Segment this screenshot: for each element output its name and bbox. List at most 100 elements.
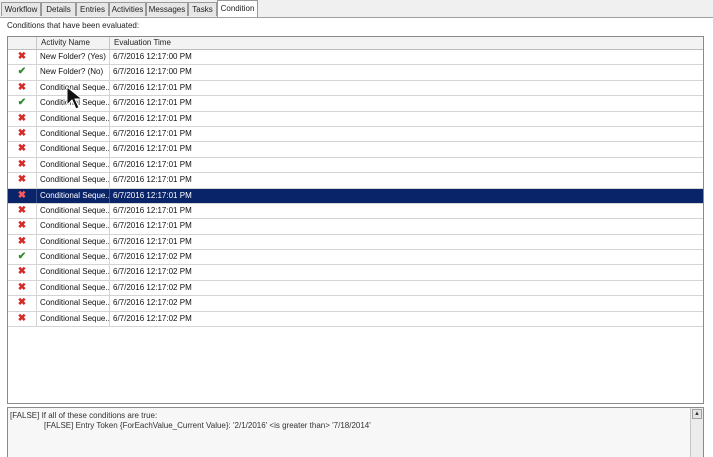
column-header-status[interactable]	[8, 37, 37, 49]
evaluation-time-cell: 6/7/2016 12:17:01 PM	[113, 221, 192, 231]
evaluation-time-cell: 6/7/2016 12:17:01 PM	[113, 82, 192, 92]
x-icon: ✖	[17, 189, 27, 201]
table-row[interactable]: ✖ Conditional Seque... 6/7/2016 12:17:01 P…	[8, 188, 703, 204]
table-row[interactable]: ✖ Conditional Seque... 6/7/2016 12:17:01 P…	[8, 111, 703, 127]
activity-name-cell: Conditional Seque...	[37, 219, 110, 234]
table-row[interactable]: ✖ Conditional Seque... 6/7/2016 12:17:02 P…	[8, 296, 703, 312]
x-icon: ✖	[17, 127, 27, 139]
condition-details-pane[interactable]: [FALSE] If all of these conditions are t…	[7, 407, 704, 457]
evaluation-time-cell: 6/7/2016 12:17:02 PM	[113, 252, 192, 262]
table-row[interactable]: ✖ Conditional Seque... 6/7/2016 12:17:02 P…	[8, 280, 703, 297]
arrow-up-icon[interactable]: ▲	[692, 409, 702, 419]
activity-name-cell: Conditional Seque...	[37, 111, 110, 126]
activity-name-cell: Conditional Seque...	[37, 265, 110, 280]
tab-entries[interactable]: Entries	[76, 2, 109, 16]
table-row[interactable]: ✖ Conditional Seque... 6/7/2016 12:17:01 P…	[8, 173, 703, 189]
evaluation-time-cell: 6/7/2016 12:17:01 PM	[113, 205, 192, 215]
table-row[interactable]: ✖ Conditional Seque... 6/7/2016 12:17:01 P…	[8, 157, 703, 174]
status-cell: ✖	[8, 219, 37, 234]
evaluation-time-cell: 6/7/2016 12:17:01 PM	[113, 190, 192, 200]
table-row[interactable]: ✖ Conditional Seque... 6/7/2016 12:17:01 P…	[8, 142, 703, 158]
activity-name-cell: Conditional Seque...	[37, 142, 110, 157]
activity-name-cell: Conditional Seque...	[37, 280, 110, 296]
evaluation-time-cell: 6/7/2016 12:17:01 PM	[113, 98, 192, 108]
column-header-activity-name[interactable]: Activity Name	[37, 37, 110, 49]
x-icon: ✖	[17, 143, 27, 155]
activity-name-cell: Conditional Seque...	[37, 311, 110, 327]
evaluation-time-cell: 6/7/2016 12:17:01 PM	[113, 144, 192, 154]
grid-rows: ✖ New Folder? (Yes) 6/7/2016 12:17:00 PM ✔ N…	[8, 50, 703, 328]
status-cell: ✖	[8, 157, 37, 173]
activity-name-cell: Conditional Seque...	[37, 173, 110, 188]
tab-workflow[interactable]: Workflow	[1, 2, 41, 16]
table-row[interactable]: ✔ Conditional Seque... 6/7/2016 12:17:01 P…	[8, 96, 703, 112]
details-scrollbar[interactable]: ▲	[690, 408, 703, 457]
table-row[interactable]: ✔ Conditional Seque... 6/7/2016 12:17:02 P…	[8, 250, 703, 266]
x-icon: ✖	[17, 158, 27, 170]
activity-name-cell: Conditional Seque...	[37, 126, 110, 142]
evaluation-time-cell: 6/7/2016 12:17:01 PM	[113, 236, 192, 246]
x-icon: ✖	[17, 174, 27, 186]
conditions-grid[interactable]: Activity Name Evaluation Time ✖ New Folde…	[7, 36, 704, 404]
activity-name-cell: Conditional Seque...	[37, 203, 110, 219]
table-row[interactable]: ✖ Conditional Seque... 6/7/2016 12:17:01 P…	[8, 234, 703, 251]
x-icon: ✖	[17, 112, 27, 124]
tab-messages[interactable]: Messages	[146, 2, 188, 16]
evaluation-time-cell: 6/7/2016 12:17:01 PM	[113, 113, 192, 123]
status-cell: ✖	[8, 173, 37, 188]
tab-strip: Workflow Details Entries Activities Mess…	[0, 0, 713, 18]
check-icon: ✔	[17, 251, 27, 263]
table-row[interactable]: ✖ New Folder? (Yes) 6/7/2016 12:17:00 PM	[8, 50, 703, 66]
activity-name-cell: New Folder? (Yes)	[37, 50, 110, 65]
x-icon: ✖	[17, 51, 27, 62]
evaluation-time-cell: 6/7/2016 12:17:01 PM	[113, 128, 192, 138]
status-cell: ✖	[8, 280, 37, 296]
evaluation-time-cell: 6/7/2016 12:17:02 PM	[113, 313, 192, 323]
status-cell: ✖	[8, 234, 37, 250]
status-cell: ✖	[8, 80, 37, 96]
details-condition-text: [FALSE] Entry Token {ForEachValue_Curren…	[44, 421, 371, 430]
table-row[interactable]: ✖ Conditional Seque... 6/7/2016 12:17:01 P…	[8, 126, 703, 143]
status-cell: ✖	[8, 50, 37, 65]
status-cell: ✖	[8, 142, 37, 157]
table-row[interactable]: ✔ New Folder? (No) 6/7/2016 12:17:00 PM	[8, 65, 703, 81]
evaluation-time-cell: 6/7/2016 12:17:02 PM	[113, 298, 192, 308]
x-icon: ✖	[17, 81, 27, 93]
evaluation-time-cell: 6/7/2016 12:17:01 PM	[113, 159, 192, 169]
activity-name-cell: Conditional Seque...	[37, 234, 110, 250]
status-cell: ✔	[8, 250, 37, 265]
activity-name-cell: Conditional Seque...	[37, 250, 110, 265]
table-row[interactable]: ✖ Conditional Seque... 6/7/2016 12:17:01 P…	[8, 219, 703, 235]
column-header-evaluation-time[interactable]: Evaluation Time	[110, 37, 210, 49]
check-icon: ✔	[17, 97, 27, 109]
mouse-pointer-icon	[66, 86, 84, 110]
x-icon: ✖	[17, 281, 27, 293]
x-icon: ✖	[17, 312, 27, 324]
table-row[interactable]: ✖ Conditional Seque... 6/7/2016 12:17:01 P…	[8, 203, 703, 220]
table-row[interactable]: ✖ Conditional Seque... 6/7/2016 12:17:02 P…	[8, 311, 703, 328]
activity-name-cell: Conditional Seque...	[37, 157, 110, 173]
tab-tasks[interactable]: Tasks	[188, 2, 217, 16]
evaluation-time-cell: 6/7/2016 12:17:00 PM	[113, 67, 192, 77]
evaluation-time-cell: 6/7/2016 12:17:02 PM	[113, 282, 192, 292]
status-cell: ✔	[8, 65, 37, 80]
status-cell: ✖	[8, 296, 37, 311]
panel-title: Conditions that have been evaluated:	[7, 21, 140, 30]
tab-details[interactable]: Details	[41, 2, 76, 16]
status-cell: ✖	[8, 311, 37, 327]
tab-activities[interactable]: Activities	[109, 2, 146, 16]
evaluation-time-cell: 6/7/2016 12:17:00 PM	[113, 52, 192, 61]
evaluation-time-cell: 6/7/2016 12:17:01 PM	[113, 175, 192, 185]
tab-condition[interactable]: Condition	[217, 0, 258, 17]
x-icon: ✖	[17, 220, 27, 232]
x-icon: ✖	[17, 204, 27, 216]
activity-name-cell: Conditional Seque...	[37, 188, 110, 203]
details-summary-text: [FALSE] If all of these conditions are t…	[10, 411, 158, 420]
status-cell: ✖	[8, 188, 37, 203]
x-icon: ✖	[17, 235, 27, 247]
table-row[interactable]: ✖ Conditional Seque... 6/7/2016 12:17:01 P…	[8, 80, 703, 97]
table-row[interactable]: ✖ Conditional Seque... 6/7/2016 12:17:02 P…	[8, 265, 703, 281]
grid-header: Activity Name Evaluation Time	[8, 37, 703, 50]
x-icon: ✖	[17, 297, 27, 309]
evaluation-time-cell: 6/7/2016 12:17:02 PM	[113, 267, 192, 277]
